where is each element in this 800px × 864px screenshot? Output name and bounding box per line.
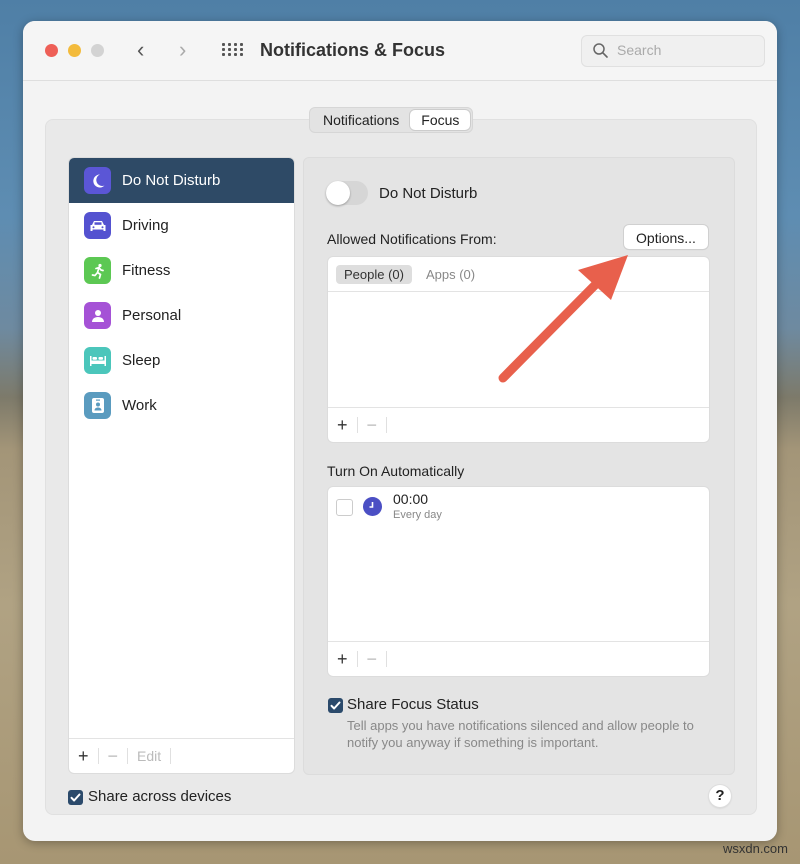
allowed-subtabs: People (0) Apps (0)	[328, 257, 709, 292]
tab-focus[interactable]: Focus	[410, 110, 471, 130]
focus-item-driving[interactable]: Driving	[69, 203, 294, 248]
tab-bar: Notifications Focus	[309, 107, 474, 133]
turn-on-automatically-label: Turn On Automatically	[327, 463, 465, 479]
checkmark-icon	[70, 793, 81, 802]
window-title: Notifications & Focus	[260, 40, 446, 60]
moon-icon	[84, 167, 111, 194]
divider	[386, 417, 388, 433]
toggle-label: Do Not Disturb	[379, 185, 478, 202]
edit-focus-button[interactable]: Edit	[128, 746, 170, 766]
focus-detail-pane: Do Not Disturb Allowed Notifications Fro…	[303, 157, 735, 775]
remove-allowed-button[interactable]: −	[358, 415, 387, 435]
back-chevron-icon[interactable]: ‹	[137, 38, 144, 62]
focus-item-label: Do Not Disturb	[122, 172, 221, 189]
search-icon	[593, 43, 608, 58]
focus-item-fitness[interactable]: Fitness	[69, 248, 294, 293]
zoom-window-button[interactable]	[91, 44, 104, 57]
focus-item-label: Personal	[122, 307, 182, 324]
clock-icon	[363, 497, 382, 516]
preferences-window: ‹ › Notifications & Focus Notifications …	[23, 21, 777, 841]
focus-item-work[interactable]: Work	[69, 383, 294, 428]
remove-automation-button[interactable]: −	[358, 649, 387, 669]
divider	[170, 748, 172, 764]
focus-list-toolbar: + − Edit	[69, 738, 294, 773]
focus-item-label: Fitness	[122, 262, 171, 279]
share-across-devices-label: Share across devices	[88, 788, 232, 805]
allowed-notifications-list: People (0) Apps (0) + −	[327, 256, 710, 443]
schedule-repeat: Every day	[393, 509, 442, 521]
checkmark-icon	[330, 701, 341, 710]
search-input[interactable]	[615, 41, 759, 59]
tab-notifications[interactable]: Notifications	[312, 110, 410, 130]
schedule-time: 00:00	[393, 491, 429, 507]
focus-item-label: Work	[122, 397, 157, 414]
forward-chevron-icon[interactable]: ›	[179, 38, 186, 62]
help-button[interactable]: ?	[709, 785, 731, 807]
share-focus-status-description: Tell apps you have notifications silence…	[347, 718, 694, 750]
share-focus-status-checkbox[interactable]	[328, 698, 343, 713]
show-all-grid-icon[interactable]	[222, 43, 243, 57]
share-focus-status-label: Share Focus Status	[347, 696, 479, 713]
remove-focus-button[interactable]: −	[99, 746, 128, 766]
car-icon	[84, 212, 111, 239]
options-button[interactable]: Options...	[624, 225, 708, 249]
running-icon	[84, 257, 111, 284]
add-automation-button[interactable]: +	[328, 649, 357, 669]
focus-item-do-not-disturb[interactable]: Do Not Disturb	[69, 158, 294, 203]
title-bar: ‹ › Notifications & Focus	[23, 21, 777, 81]
add-allowed-button[interactable]: +	[328, 415, 357, 435]
schedule-row[interactable]: 00:00 Every day	[328, 487, 709, 527]
subtab-apps[interactable]: Apps (0)	[418, 265, 483, 284]
minimize-window-button[interactable]	[68, 44, 81, 57]
watermark: wsxdn.com	[722, 841, 788, 856]
automation-list: 00:00 Every day + −	[327, 486, 710, 677]
focus-item-personal[interactable]: Personal	[69, 293, 294, 338]
do-not-disturb-toggle[interactable]	[326, 181, 368, 205]
badge-icon	[84, 392, 111, 419]
toggle-knob	[326, 181, 350, 205]
schedule-checkbox[interactable]	[336, 499, 353, 516]
subtab-people[interactable]: People (0)	[336, 264, 412, 284]
person-icon	[84, 302, 111, 329]
focus-item-sleep[interactable]: Sleep	[69, 338, 294, 383]
search-field[interactable]	[581, 35, 765, 67]
divider	[386, 651, 388, 667]
allowed-list-toolbar: + −	[328, 407, 709, 442]
allowed-notifications-label: Allowed Notifications From:	[327, 231, 497, 247]
add-focus-button[interactable]: +	[69, 746, 98, 766]
focus-item-label: Driving	[122, 217, 169, 234]
automation-list-toolbar: + −	[328, 641, 709, 676]
bed-icon	[84, 347, 111, 374]
focus-item-label: Sleep	[122, 352, 161, 369]
share-across-devices-checkbox[interactable]	[68, 790, 83, 805]
focus-list: Do Not Disturb Driving Fitness Personal …	[68, 157, 295, 774]
close-window-button[interactable]	[45, 44, 58, 57]
